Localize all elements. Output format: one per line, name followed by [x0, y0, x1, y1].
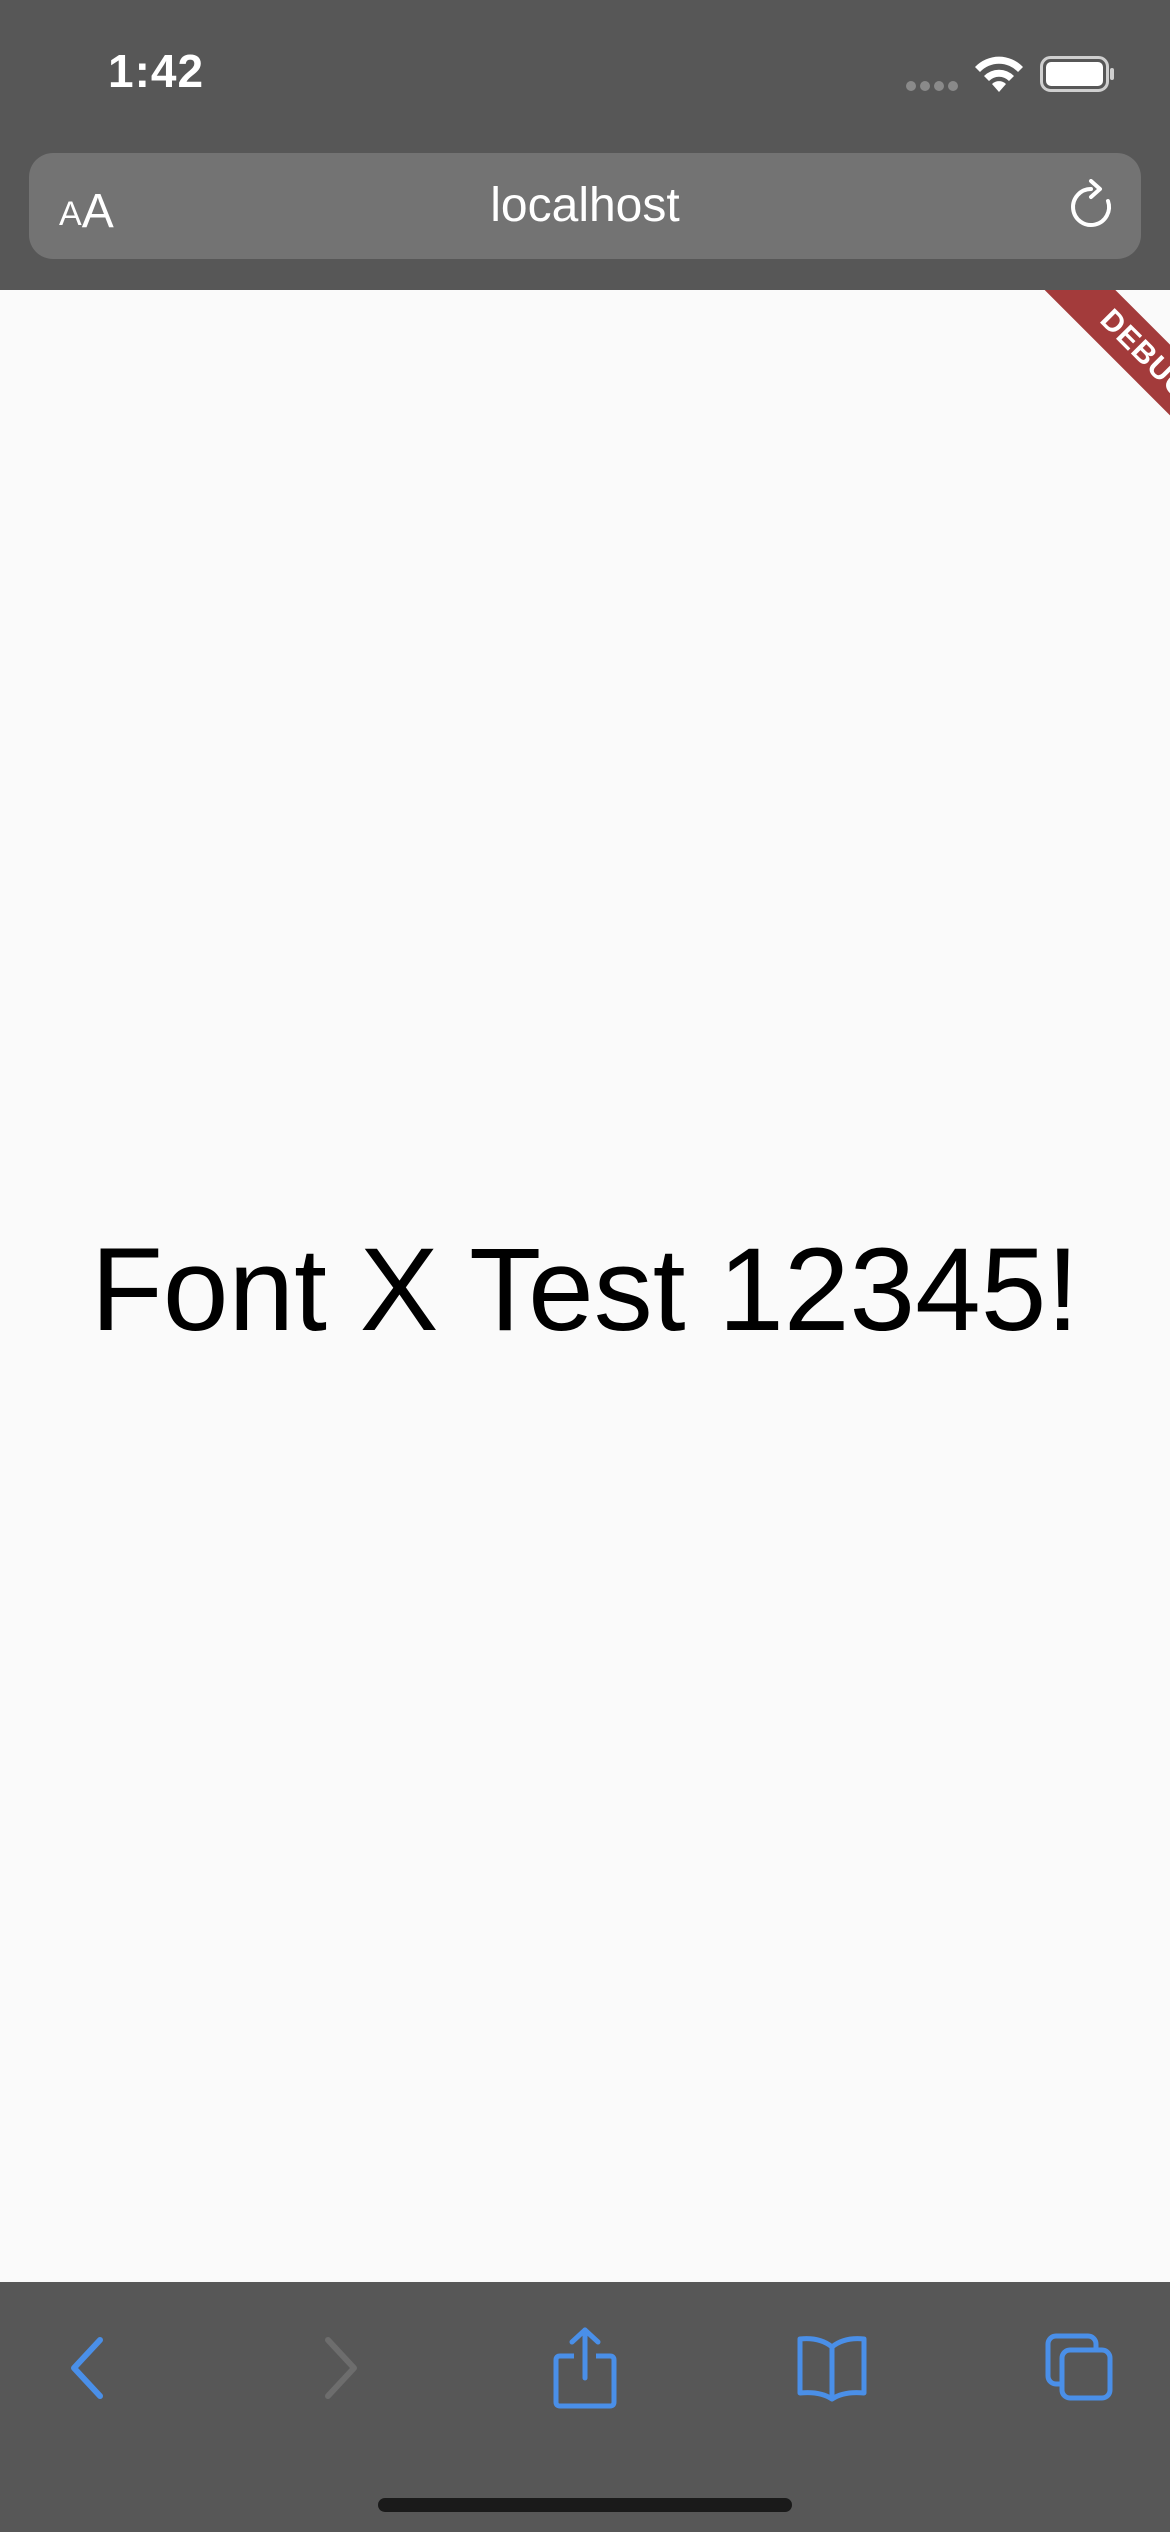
address-bar[interactable]: A A localhost — [29, 153, 1141, 259]
book-icon — [797, 2336, 867, 2402]
forward-button[interactable] — [290, 2318, 390, 2418]
status-time: 1:42 — [108, 45, 205, 97]
share-button[interactable] — [535, 2318, 635, 2418]
home-indicator[interactable] — [378, 2498, 792, 2512]
debug-banner: DEBUG — [990, 290, 1170, 470]
cellular-signal-icon — [906, 81, 958, 91]
browser-bottom-toolbar — [0, 2282, 1170, 2532]
text-size-large-letter: A — [81, 185, 114, 238]
chevron-left-icon — [71, 2337, 103, 2399]
share-icon — [553, 2327, 617, 2409]
text-size-button[interactable]: A A — [59, 173, 139, 239]
battery-icon — [1040, 56, 1114, 92]
browser-top-chrome: 1:42 A A localhost — [0, 0, 1170, 290]
tabs-button[interactable] — [1030, 2318, 1130, 2418]
reload-icon[interactable] — [1063, 179, 1119, 235]
web-page-content: DEBUG Font X Test 12345! — [0, 290, 1170, 2282]
tabs-icon — [1045, 2333, 1113, 2401]
url-text[interactable]: localhost — [229, 175, 941, 237]
phone-screen: 1:42 A A localhost DEBUG Font X Test 123… — [0, 0, 1170, 2532]
bookmarks-button[interactable] — [782, 2318, 882, 2418]
headline-text: Font X Test 12345! — [90, 1224, 1080, 1356]
wifi-icon — [975, 56, 1023, 92]
debug-banner-label: DEBUG — [1021, 290, 1170, 470]
text-size-small-letter: A — [59, 195, 82, 233]
chevron-right-icon — [325, 2337, 357, 2399]
back-button[interactable] — [38, 2318, 138, 2418]
